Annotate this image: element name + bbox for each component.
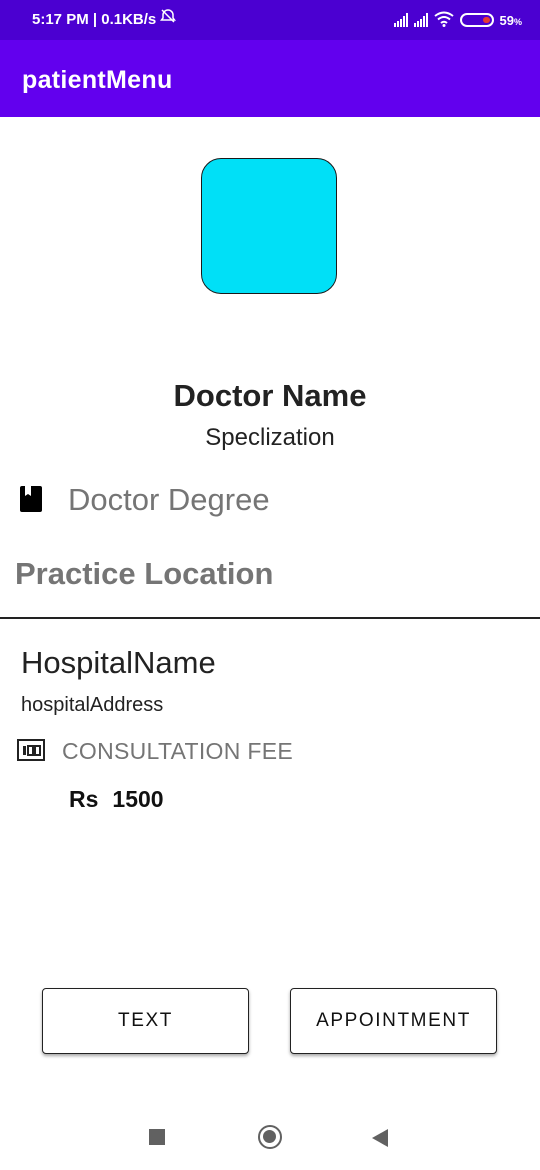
- home-button[interactable]: [258, 1125, 282, 1149]
- alarm-off-icon: [160, 0, 177, 44]
- book-icon: [20, 486, 42, 512]
- status-right: 59%: [393, 0, 522, 40]
- hospital-address: hospitalAddress: [21, 694, 164, 716]
- doctor-name: Doctor Name: [173, 378, 367, 413]
- hospital-name: HospitalName: [21, 645, 216, 680]
- app-title: patientMenu: [22, 66, 173, 94]
- battery-icon: [459, 13, 494, 27]
- doctor-specialization: Speclization: [205, 424, 335, 451]
- status-bar: 5:17 PM | 0.1KB/s 59%: [0, 0, 540, 40]
- fee-value: 1500: [112, 786, 164, 812]
- status-time-speed: 5:17 PM | 0.1KB/s: [32, 11, 157, 28]
- cash-icon: [17, 739, 45, 761]
- divider: [0, 617, 540, 619]
- wifi-icon: [433, 11, 454, 30]
- doctor-degree: Doctor Degree: [68, 482, 270, 517]
- app-bar: patientMenu: [0, 40, 540, 117]
- battery-percent: 59%: [499, 12, 522, 28]
- consultation-fee-label: CONSULTATION FEE: [62, 738, 293, 764]
- recents-button[interactable]: [149, 1129, 165, 1145]
- fee-currency: Rs: [69, 786, 99, 812]
- text-button[interactable]: TEXT: [42, 988, 249, 1054]
- practice-location-title: Practice Location: [15, 556, 274, 591]
- doctor-avatar: [201, 158, 337, 294]
- appointment-button[interactable]: APPOINTMENT: [290, 988, 497, 1054]
- consultation-fee-amount: Rs 1500: [69, 786, 164, 813]
- back-button[interactable]: [372, 1129, 388, 1147]
- status-left: 5:17 PM | 0.1KB/s: [32, 0, 177, 40]
- system-nav-bar: [0, 1100, 540, 1170]
- signal-icon: [393, 13, 408, 27]
- signal-icon-2: [413, 13, 428, 27]
